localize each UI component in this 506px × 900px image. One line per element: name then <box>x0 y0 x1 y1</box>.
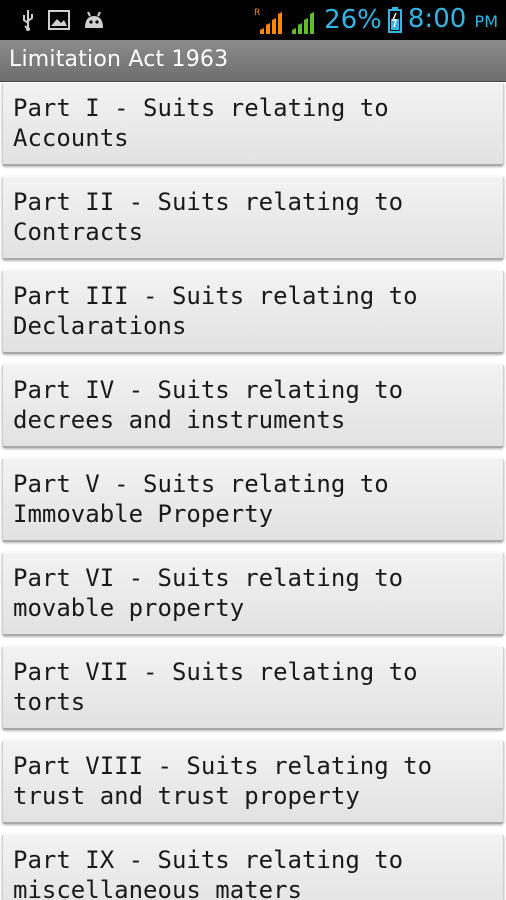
list-item-label: Part I - Suits relating to Accounts <box>13 94 389 152</box>
list-item-label: Part VIII - Suits relating to trust and … <box>13 752 433 810</box>
android-icon <box>85 11 103 28</box>
list-item-part-3[interactable]: Part III - Suits relating to Declaration… <box>2 270 504 354</box>
list-item-part-8[interactable]: Part VIII - Suits relating to trust and … <box>2 740 504 824</box>
battery-percent: 26% <box>324 5 382 35</box>
status-bar: R 26% 8:00 PM <box>0 0 506 40</box>
app-title: Limitation Act 1963 <box>9 47 229 72</box>
usb-icon <box>23 10 33 31</box>
list-item-part-1[interactable]: Part I - Suits relating to Accounts <box>2 82 504 166</box>
list-item-label: Part VI - Suits relating to movable prop… <box>13 564 404 622</box>
parts-list[interactable]: Part I - Suits relating to Accounts Part… <box>0 82 506 900</box>
notification-icons <box>20 9 106 31</box>
clock-ampm: PM <box>474 11 498 31</box>
list-item-label: Part III - Suits relating to Declaration… <box>13 282 418 340</box>
clock: 8:00 PM <box>408 3 498 38</box>
app-title-bar: Limitation Act 1963 <box>0 40 506 82</box>
list-item-label: Part IX - Suits relating to miscellaneou… <box>13 846 404 900</box>
list-item-label: Part V - Suits relating to Immovable Pro… <box>13 470 389 528</box>
list-item-part-4[interactable]: Part IV - Suits relating to decrees and … <box>2 364 504 448</box>
clock-time: 8:00 <box>407 3 467 34</box>
list-item-part-6[interactable]: Part VI - Suits relating to movable prop… <box>2 552 504 636</box>
list-item-part-5[interactable]: Part V - Suits relating to Immovable Pro… <box>2 458 504 542</box>
image-icon <box>48 10 70 30</box>
roaming-signal-icon: R <box>254 8 283 34</box>
system-tray: R 26% 8:00 PM <box>254 4 498 36</box>
battery-icon <box>387 7 402 33</box>
list-item-part-2[interactable]: Part II - Suits relating to Contracts <box>2 176 504 260</box>
signal-icon <box>292 12 315 34</box>
list-item-part-7[interactable]: Part VII - Suits relating to torts <box>2 646 504 730</box>
svg-text:R: R <box>254 8 260 18</box>
list-item-label: Part IV - Suits relating to decrees and … <box>13 376 404 434</box>
list-item-label: Part II - Suits relating to Contracts <box>13 188 404 246</box>
list-item-part-9[interactable]: Part IX - Suits relating to miscellaneou… <box>2 834 504 900</box>
list-item-label: Part VII - Suits relating to torts <box>13 658 418 716</box>
